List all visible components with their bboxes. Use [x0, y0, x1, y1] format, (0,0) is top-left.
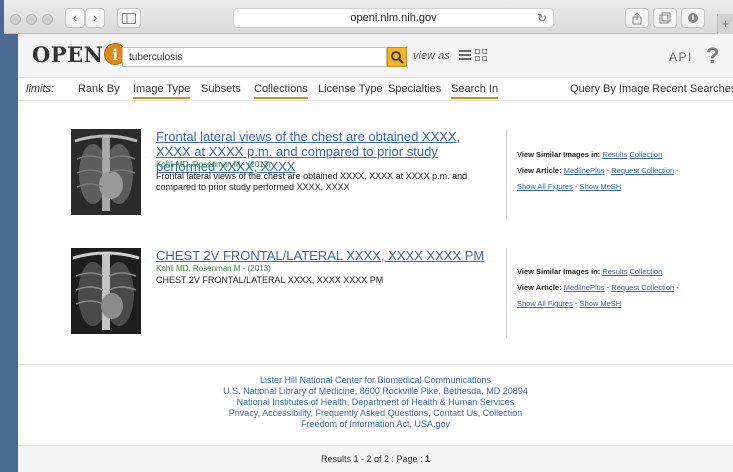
- faq-link[interactable]: Frequently Asked Questions: [316, 408, 429, 418]
- list-view-icon[interactable]: [459, 49, 471, 61]
- result-thumbnail[interactable]: [71, 129, 141, 215]
- limits-label: limits:: [26, 83, 55, 95]
- results-count-text: Results 1 - 2 of 2 : Page :: [320, 454, 423, 464]
- site-header: OPENi view as API ?: [18, 34, 733, 78]
- footer-line-center[interactable]: Lister Hill National Center for Biomedic…: [18, 375, 733, 386]
- share-button[interactable]: [625, 8, 649, 28]
- result-divider: [506, 248, 507, 338]
- new-tab-button[interactable]: +: [717, 14, 733, 34]
- window-zoom-button[interactable]: [42, 14, 53, 25]
- request-collection-link[interactable]: Request Collection: [611, 283, 674, 292]
- download-icon: [688, 13, 698, 23]
- filter-license-type[interactable]: License Type: [318, 83, 383, 95]
- filter-specialties[interactable]: Specialties: [388, 83, 441, 95]
- tabs-icon: [659, 12, 671, 24]
- extension-button[interactable]: [681, 8, 705, 28]
- tabs-overview-button[interactable]: [653, 8, 677, 28]
- show-all-figures-link[interactable]: Show All Figures: [517, 299, 573, 308]
- search-button[interactable]: [387, 47, 407, 67]
- footer-links: Privacy, Accessibility, Frequently Asked…: [228, 408, 523, 418]
- help-icon[interactable]: ?: [706, 43, 719, 69]
- result-authors: Kohli MD, Rosenman M - (2013): [156, 160, 271, 169]
- grid-view-icon[interactable]: [475, 49, 487, 61]
- chest-xray-image: [71, 129, 141, 215]
- collection-link[interactable]: Collection: [483, 408, 523, 418]
- results-status-bar: Results 1 - 2 of 2 : Page : 1: [18, 445, 733, 472]
- privacy-link[interactable]: Privacy: [229, 408, 258, 418]
- accessibility-link[interactable]: Accessibility: [262, 408, 310, 418]
- request-collection-link[interactable]: Request Collection: [611, 166, 674, 175]
- share-icon: [632, 12, 642, 25]
- search-icon: [391, 51, 404, 64]
- similar-images-label: View Similar Images in:: [517, 150, 601, 159]
- similar-images-label: View Similar Images in:: [517, 267, 601, 276]
- show-mesh-link[interactable]: Show MeSH: [580, 182, 622, 191]
- browser-toolbar: ‹ › openi.nlm.nih.gov ↻ +: [4, 0, 733, 34]
- show-all-figures-link[interactable]: Show All Figures: [517, 182, 573, 191]
- contact-us-link[interactable]: Contact Us: [433, 408, 478, 418]
- page-content: OPENi view as API ? limits: Rank By Imag…: [18, 34, 733, 472]
- filter-subsets[interactable]: Subsets: [201, 83, 241, 95]
- footer-line-nih[interactable]: National Institutes of Health, Departmen…: [18, 397, 733, 408]
- result-actions: View Similar Images in: Results Collecti…: [517, 267, 679, 308]
- result-thumbnail[interactable]: [71, 248, 141, 334]
- similar-results-link[interactable]: Results: [602, 267, 627, 276]
- sidebar-icon: [122, 13, 136, 24]
- address-text: openi.nlm.nih.gov: [350, 12, 437, 24]
- filter-collections[interactable]: Collections: [254, 83, 308, 99]
- site-footer: Lister Hill National Center for Biomedic…: [18, 375, 733, 430]
- window-minimize-button[interactable]: [26, 14, 37, 25]
- similar-collection-link[interactable]: Collection: [629, 150, 662, 159]
- result-caption: Frontal lateral views of the chest are o…: [156, 171, 468, 192]
- view-as-label: view as: [413, 50, 450, 62]
- logo-text: OPEN: [32, 42, 104, 67]
- usa-gov-link[interactable]: USA.gov: [415, 419, 451, 429]
- back-icon: ‹: [72, 10, 78, 25]
- medlineplus-link[interactable]: MedlinePlus: [564, 166, 605, 175]
- page-number: 1: [425, 454, 431, 464]
- search-input[interactable]: [122, 47, 387, 67]
- reload-icon[interactable]: ↻: [537, 9, 547, 27]
- result-caption: CHEST 2V FRONTAL/LATERAL XXXX, XXXX XXXX…: [156, 275, 384, 285]
- chest-xray-image: [71, 248, 141, 334]
- footer-links-2: Freedom of Information Act, USA.gov: [300, 419, 451, 429]
- api-link[interactable]: API: [669, 50, 693, 64]
- result-actions: View Similar Images in: Results Collecti…: [517, 150, 679, 191]
- back-button[interactable]: ‹: [65, 8, 85, 28]
- filter-image-type[interactable]: Image Type: [133, 83, 191, 99]
- foia-link[interactable]: Freedom of Information Act: [301, 419, 410, 429]
- result-authors: Kohli MD, Rosenman M - (2013): [156, 264, 271, 273]
- similar-results-link[interactable]: Results: [602, 150, 627, 159]
- footer-divider: [18, 364, 733, 365]
- openi-logo[interactable]: OPEN i: [32, 42, 127, 67]
- forward-button[interactable]: ›: [85, 8, 105, 28]
- result-divider: [506, 129, 507, 219]
- show-mesh-link[interactable]: Show MeSH: [580, 299, 622, 308]
- result-title-link[interactable]: CHEST 2V FRONTAL/LATERAL XXXX, XXXX XXXX…: [156, 248, 496, 263]
- address-bar[interactable]: openi.nlm.nih.gov ↻: [233, 8, 554, 28]
- query-by-image-link[interactable]: Query By Image: [570, 83, 649, 95]
- view-article-label: View Article:: [517, 166, 562, 175]
- recent-searches-link[interactable]: Recent Searches: [652, 83, 733, 95]
- view-article-label: View Article:: [517, 283, 562, 292]
- footer-line-nlm[interactable]: U.S. National Library of Medicine, 8600 …: [18, 386, 733, 397]
- filter-bar: limits: Rank By Image Type Subsets Colle…: [18, 79, 733, 101]
- window-close-button[interactable]: [10, 14, 21, 25]
- medlineplus-link[interactable]: MedlinePlus: [564, 283, 605, 292]
- sidebar-toggle-button[interactable]: [117, 8, 141, 28]
- filter-rank-by[interactable]: Rank By: [78, 83, 120, 95]
- forward-icon: ›: [92, 10, 98, 25]
- similar-collection-link[interactable]: Collection: [629, 267, 662, 276]
- filter-search-in[interactable]: Search In: [451, 83, 499, 99]
